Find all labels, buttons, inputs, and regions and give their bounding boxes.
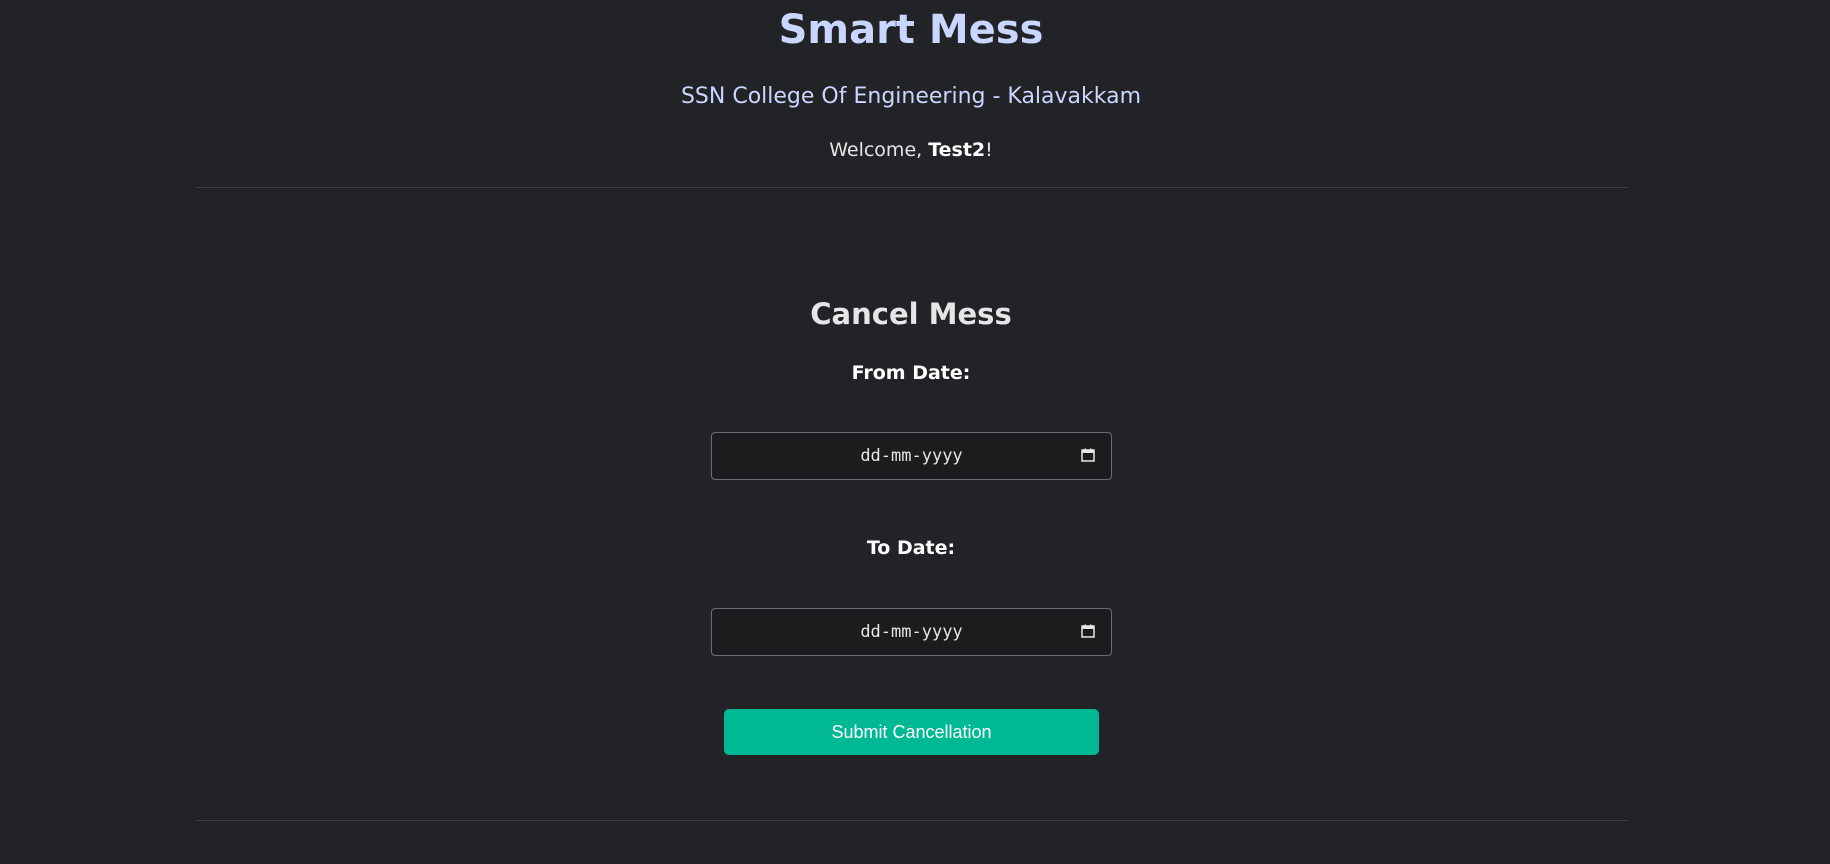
- to-date-label: To Date:: [866, 537, 956, 559]
- page: Smart Mess SSN College Of Engineering - …: [0, 0, 1830, 864]
- welcome-prefix: Welcome,: [829, 139, 929, 161]
- app-title: Smart Mess: [778, 7, 1044, 53]
- welcome-suffix: !: [985, 139, 993, 161]
- from-date-placeholder: dd-mm-yyyy: [860, 446, 963, 466]
- header-divider: [197, 187, 1627, 188]
- footer-divider: [197, 820, 1627, 821]
- calendar-icon[interactable]: [1081, 448, 1095, 462]
- submit-cancellation-button[interactable]: Submit Cancellation: [724, 709, 1099, 755]
- from-date-input[interactable]: dd-mm-yyyy: [711, 432, 1112, 480]
- username: Test2: [928, 139, 986, 161]
- welcome-message: Welcome, Test2!: [0, 136, 1822, 164]
- cancel-mess-title: Cancel Mess: [810, 297, 1012, 331]
- college-name: SSN College Of Engineering - Kalavakkam: [680, 84, 1142, 109]
- from-date-label: From Date:: [851, 362, 971, 384]
- calendar-icon[interactable]: [1081, 624, 1095, 638]
- to-date-placeholder: dd-mm-yyyy: [860, 622, 963, 642]
- to-date-input[interactable]: dd-mm-yyyy: [711, 608, 1112, 656]
